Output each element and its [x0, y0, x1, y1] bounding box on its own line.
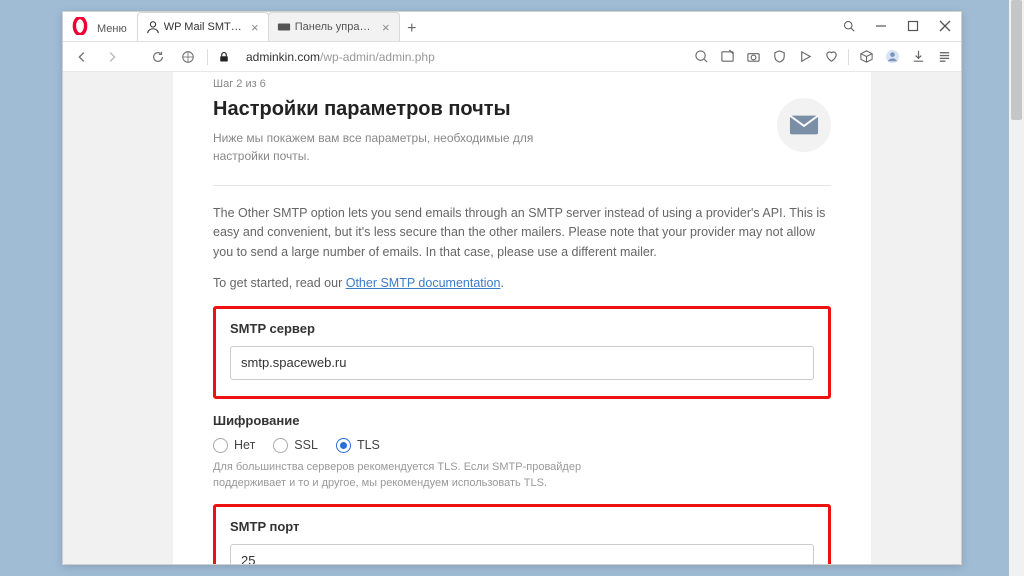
page-title: Настройки параметров почты	[213, 98, 543, 121]
cube-icon[interactable]	[857, 48, 875, 66]
encryption-hint: Для большинства серверов рекомендуется T…	[213, 459, 633, 492]
mail-icon	[777, 98, 831, 152]
camera-icon[interactable]	[744, 48, 762, 66]
forward-button[interactable]	[101, 46, 123, 68]
shield-icon[interactable]	[770, 48, 788, 66]
minimize-button[interactable]	[865, 11, 897, 41]
tab-control-panel[interactable]: Панель управления VH ×	[268, 12, 400, 41]
smtp-host-section: SMTP сервер	[213, 306, 831, 399]
right-gutter	[871, 72, 961, 564]
menu-icon[interactable]	[935, 48, 953, 66]
play-icon[interactable]	[796, 48, 814, 66]
tab-label: WP Mail SMTP › Мастер ус	[164, 21, 244, 33]
panel-icon	[277, 20, 291, 34]
opera-logo-icon	[69, 15, 91, 37]
close-icon[interactable]: ×	[248, 20, 262, 34]
maximize-button[interactable]	[897, 11, 929, 41]
encryption-radios: Нет SSL TLS	[213, 438, 831, 453]
step-indicator: Шаг 2 из 6	[213, 78, 831, 90]
back-button[interactable]	[71, 46, 93, 68]
encryption-option-none[interactable]: Нет	[213, 438, 255, 453]
address-bar: adminkin.com/wp-admin/admin.php	[63, 42, 961, 72]
page-viewport: Шаг 2 из 6 Настройки параметров почты Ни…	[63, 72, 961, 564]
encryption-label: Шифрование	[213, 413, 831, 428]
left-gutter	[63, 72, 173, 564]
reload-button[interactable]	[147, 46, 169, 68]
home-button[interactable]	[177, 46, 199, 68]
new-tab-button[interactable]: +	[399, 20, 425, 41]
page-content: Шаг 2 из 6 Настройки параметров почты Ни…	[173, 72, 871, 564]
close-icon[interactable]: ×	[379, 20, 393, 34]
smtp-host-input[interactable]	[230, 346, 814, 380]
documentation-link[interactable]: Other SMTP documentation	[346, 276, 501, 290]
browser-window: Меню WP Mail SMTP › Мастер ус × Панель у…	[62, 11, 962, 565]
smtp-host-label: SMTP сервер	[230, 321, 814, 336]
page-subtitle: Ниже мы покажем вам все параметры, необх…	[213, 129, 543, 165]
snapshot-icon[interactable]	[718, 48, 736, 66]
tab-wp-mail-smtp[interactable]: WP Mail SMTP › Мастер ус ×	[137, 12, 269, 41]
smtp-port-section: SMTP порт	[213, 504, 831, 565]
search-window-icon[interactable]	[833, 11, 865, 41]
lock-icon[interactable]	[216, 51, 232, 63]
smtp-description: The Other SMTP option lets you send emai…	[213, 204, 831, 262]
smtp-port-input[interactable]	[230, 544, 814, 565]
doc-line: To get started, read our Other SMTP docu…	[213, 274, 831, 293]
download-icon[interactable]	[909, 48, 927, 66]
encryption-option-tls[interactable]: TLS	[336, 438, 380, 453]
zoom-icon[interactable]	[692, 48, 710, 66]
menu-button[interactable]: Меню	[95, 23, 137, 41]
url-field[interactable]: adminkin.com/wp-admin/admin.php	[240, 50, 684, 64]
divider	[213, 185, 831, 186]
heart-icon[interactable]	[822, 48, 840, 66]
person-icon	[146, 20, 160, 34]
close-window-button[interactable]	[929, 11, 961, 41]
encryption-option-ssl[interactable]: SSL	[273, 438, 318, 453]
title-bar: Меню WP Mail SMTP › Мастер ус × Панель у…	[63, 12, 961, 42]
profile-icon[interactable]	[883, 48, 901, 66]
window-controls	[833, 11, 961, 41]
smtp-port-label: SMTP порт	[230, 519, 814, 534]
tab-label: Панель управления VH	[295, 21, 375, 33]
